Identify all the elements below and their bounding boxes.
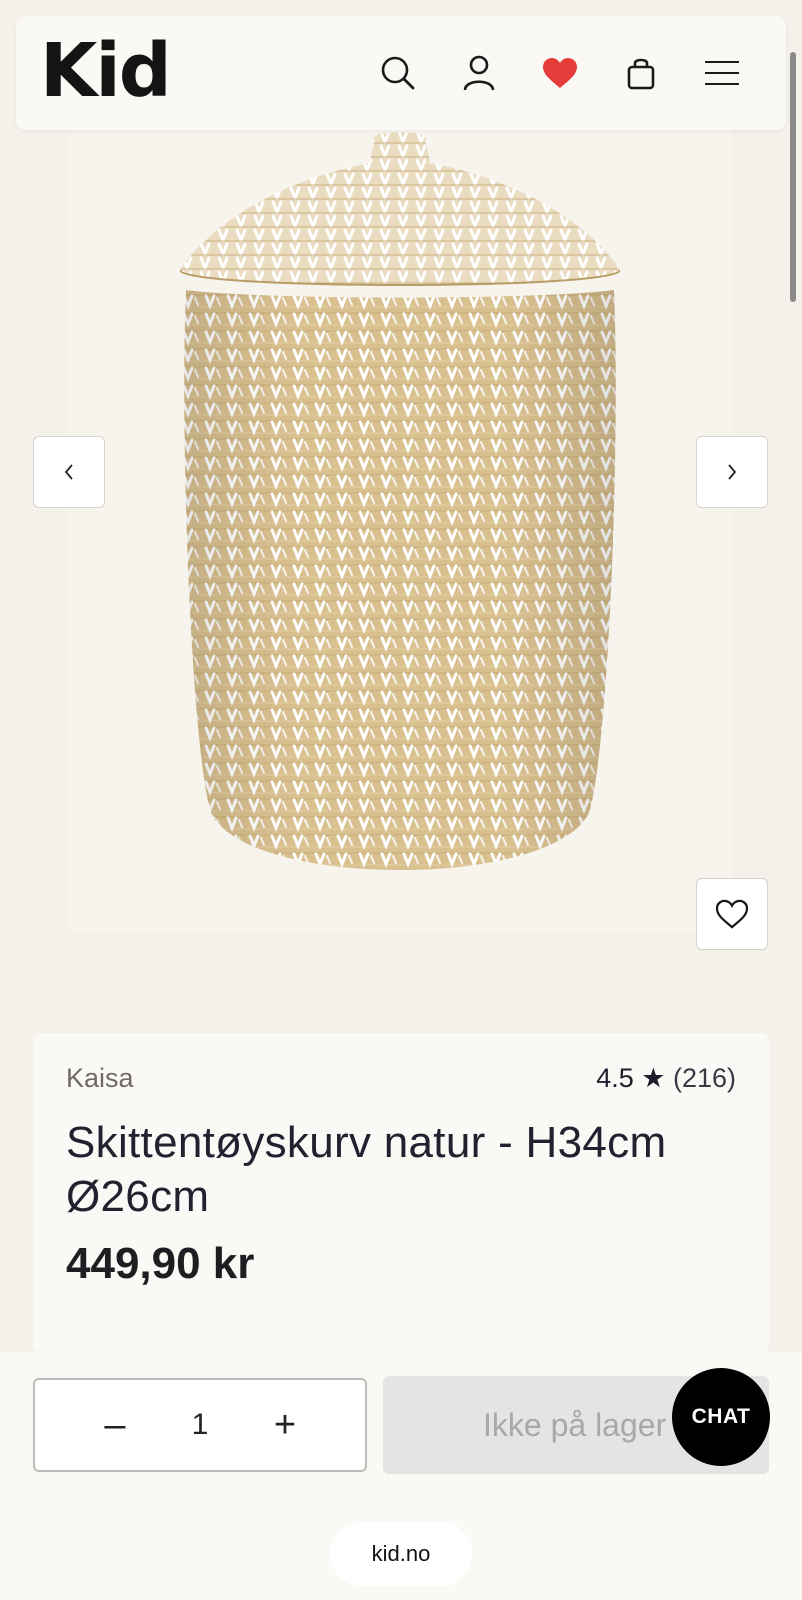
decrease-quantity-button[interactable]: –	[95, 1406, 135, 1444]
page-scrollbar[interactable]	[790, 52, 796, 302]
user-icon[interactable]	[438, 43, 519, 103]
increase-quantity-button[interactable]: +	[265, 1406, 305, 1444]
chevron-left-icon	[64, 464, 73, 480]
quantity-stepper: – 1 +	[33, 1378, 367, 1472]
product-info-card: Kaisa 4.5 ★ (216) Skittentøyskurv natur …	[33, 1033, 769, 1353]
heart-outline-icon	[715, 899, 749, 929]
purchase-bar: – 1 + Ikke på lager CHAT kid.no	[0, 1352, 802, 1600]
chevron-right-icon	[728, 464, 737, 480]
quantity-value: 1	[191, 1408, 209, 1441]
product-title: Skittentøyskurv natur - H34cm Ø26cm	[66, 1118, 667, 1221]
bag-icon[interactable]	[600, 43, 681, 103]
product-brand[interactable]: Kaisa	[66, 1063, 134, 1094]
prev-image-button[interactable]	[33, 436, 105, 508]
add-to-wishlist-button[interactable]	[696, 878, 768, 950]
menu-icon[interactable]	[681, 43, 762, 103]
review-count: (216)	[672, 1063, 736, 1093]
rating-value: 4.5 ★	[596, 1063, 666, 1093]
product-meta-row: Kaisa 4.5 ★ (216)	[66, 1063, 736, 1094]
kid-logo[interactable]: Kid	[40, 34, 172, 108]
search-icon[interactable]	[357, 43, 438, 103]
chat-button[interactable]: CHAT	[672, 1368, 770, 1466]
product-price: 449,90 kr	[66, 1239, 255, 1289]
product-image-gallery	[70, 130, 732, 930]
browser-url-pill[interactable]: kid.no	[330, 1522, 472, 1586]
header-icons	[357, 43, 762, 103]
site-header: Kid	[16, 16, 786, 130]
heart-icon[interactable]	[519, 43, 600, 103]
product-image	[180, 132, 620, 870]
next-image-button[interactable]	[696, 436, 768, 508]
product-rating[interactable]: 4.5 ★ (216)	[596, 1063, 736, 1094]
